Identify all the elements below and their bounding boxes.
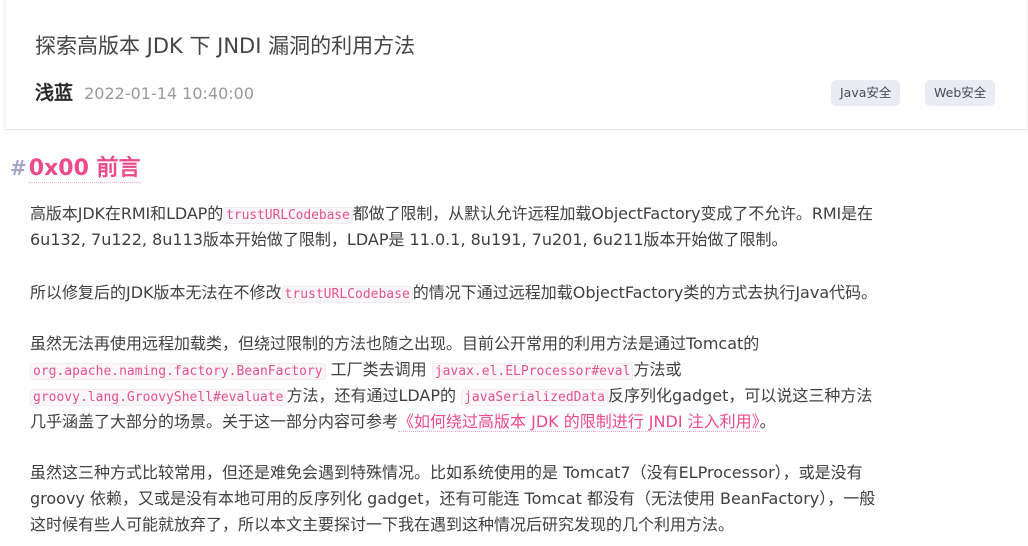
text: 。 <box>759 412 776 431</box>
paragraph-1: 高版本JDK在RMI和LDAP的 trustURLCodebase 都做了限制，从默… <box>30 201 1015 253</box>
text: 所以修复后的JDK版本无法在不修改 <box>30 283 282 302</box>
section-heading-text: 0x00 前言 <box>28 156 141 183</box>
text: 虽然无法再使用远程加载类，但绕过限制的方法也随之出现。目前公开常用的利用方法是通… <box>30 334 760 353</box>
tag-java-security[interactable]: Java安全 <box>831 80 901 106</box>
text: groovy 依赖，又或是没有本地可用的反序列化 gadget，还有可能连 To… <box>30 489 876 508</box>
post-title: 探索高版本 JDK 下 JNDI 漏洞的利用方法 <box>35 34 416 58</box>
post-date: 2022-01-14 10:40:00 <box>84 84 255 103</box>
inline-code: groovy.lang.GroovyShell#evaluate <box>30 389 287 406</box>
text: 方法或 <box>633 360 682 379</box>
post-header: 探索高版本 JDK 下 JNDI 漏洞的利用方法 浅蓝 2022-01-14 1… <box>4 0 1028 130</box>
anchor-hash-icon[interactable]: # <box>10 156 27 180</box>
inline-code: javaSerializedData <box>461 389 608 406</box>
paragraph-4: 虽然这三种方式比较常用，但还是难免会遇到特殊情况。比如系统使用的是 Tomcat… <box>30 460 1015 538</box>
inline-code: trustURLCodebase <box>281 286 413 303</box>
paragraph-3: 虽然无法再使用远程加载类，但绕过限制的方法也随之出现。目前公开常用的利用方法是通… <box>30 331 1015 435</box>
tag-web-security[interactable]: Web安全 <box>925 80 996 106</box>
text: 都做了限制，从默认允许远程加载ObjectFactory变成了不允许。RMI是在 <box>352 204 873 223</box>
text: 几乎涵盖了大部分的场景。关于这一部分内容可参考 <box>30 412 399 431</box>
text: 的情况下通过远程加载ObjectFactory类的方式去执行Java代码。 <box>412 283 878 302</box>
inline-code: trustURLCodebase <box>223 207 353 224</box>
text: 工厂类去调用 <box>325 360 432 379</box>
text: 虽然这三种方式比较常用，但还是难免会遇到特殊情况。比如系统使用的是 Tomcat… <box>30 463 863 482</box>
paragraph-2: 所以修复后的JDK版本无法在不修改 trustURLCodebase 的情况下通过远… <box>30 280 1015 306</box>
inline-code: javax.el.ELProcessor#eval <box>431 363 634 380</box>
author-name[interactable]: 浅蓝 <box>35 82 73 104</box>
text: 高版本JDK在RMI和LDAP的 <box>30 204 224 223</box>
text: 这时候有些人可能就放弃了，所以本文主要探讨一下我在遇到这种情况后研究发现的几个利… <box>30 515 735 534</box>
section-heading[interactable]: #0x00 前言 <box>10 150 141 183</box>
inline-code: org.apache.naming.factory.BeanFactory <box>30 363 326 380</box>
reference-link[interactable]: 《如何绕过高版本 JDK 的限制进行 JNDI 注入利用》 <box>398 412 760 432</box>
text: 反序列化gadget，可以说这三种方法 <box>607 386 873 405</box>
text: 方法，还有通过LDAP的 <box>286 386 462 405</box>
text: 6u132, 7u122, 8u113版本开始做了限制，LDAP是 11.0.1… <box>30 230 788 249</box>
post-meta: 浅蓝 2022-01-14 10:40:00 <box>35 78 254 105</box>
